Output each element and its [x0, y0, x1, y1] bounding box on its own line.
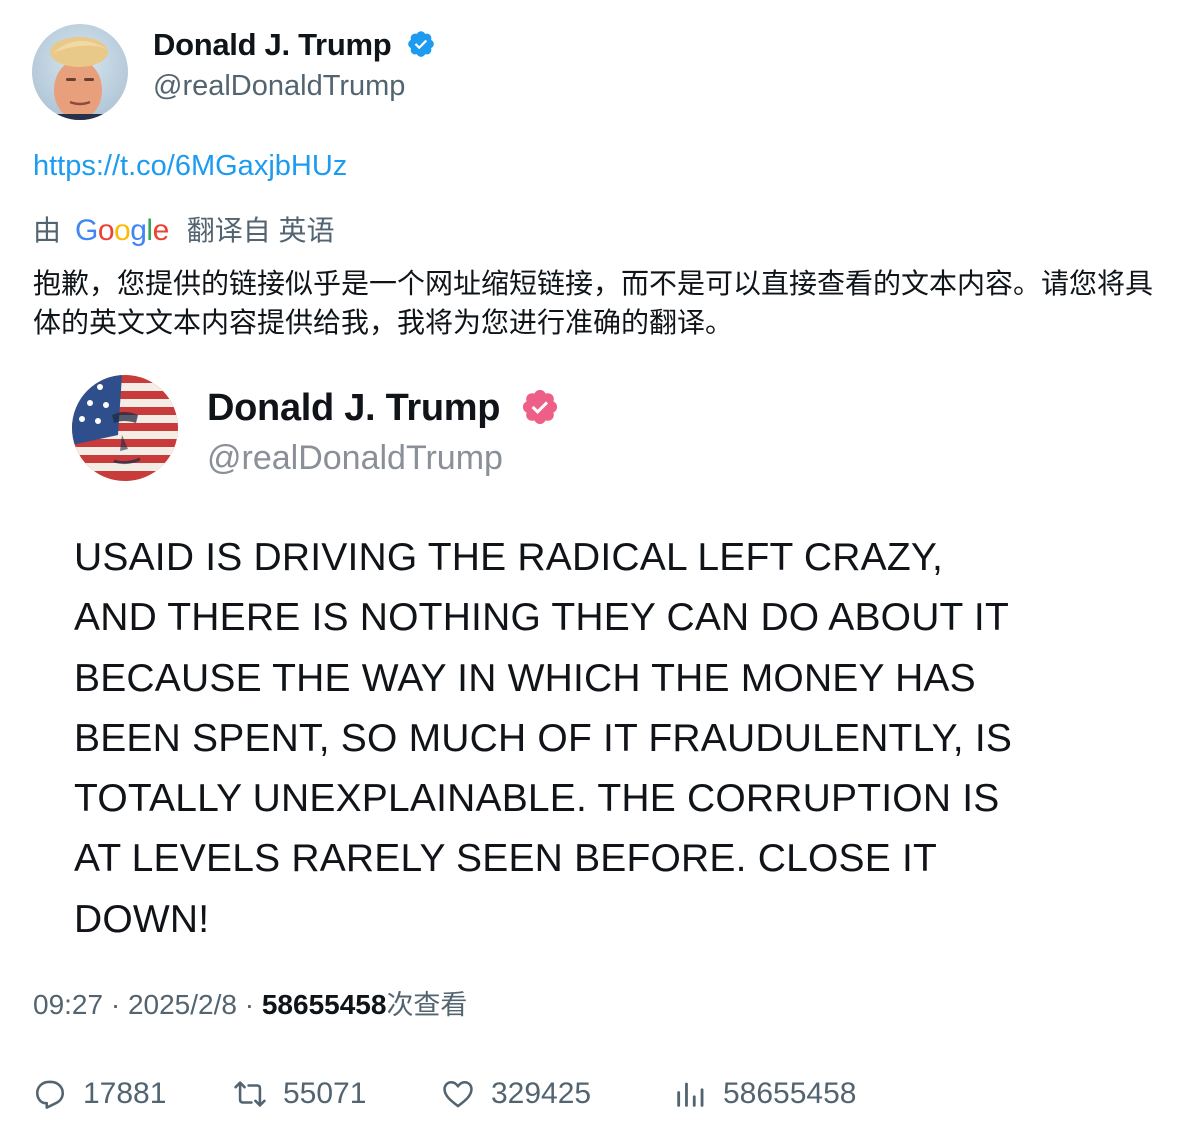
- retweet-icon: [234, 1081, 266, 1107]
- views-count: 58655458: [261, 989, 387, 1020]
- embedded-author-handle: @realDonaldTrump: [207, 439, 503, 477]
- views-button[interactable]: 58655458: [673, 1074, 856, 1114]
- embedded-author-name: Donald J. Trump: [207, 385, 560, 431]
- embedded-text-line: DOWN!: [74, 897, 210, 941]
- embedded-post-text: USAID IS DRIVING THE RADICAL LEFT CRAZY,…: [74, 528, 1154, 950]
- embedded-text-line: BECAUSE THE WAY IN WHICH THE MONEY HAS: [74, 656, 976, 700]
- reply-count: 17881: [83, 1077, 167, 1110]
- verified-badge-icon: [407, 31, 434, 57]
- embedded-text-line: AT LEVELS RARELY SEEN BEFORE. CLOSE IT: [74, 837, 938, 881]
- tweet-date[interactable]: 2025/2/8: [128, 989, 237, 1020]
- views-bar-chart-icon: [677, 1082, 704, 1107]
- embedded-text-line: USAID IS DRIVING THE RADICAL LEFT CRAZY,: [74, 536, 944, 579]
- like-count: 329425: [491, 1077, 592, 1110]
- heart-icon: [443, 1080, 473, 1108]
- embedded-text-line: AND THERE IS NOTHING THEY CAN DO ABOUT I…: [74, 596, 1009, 640]
- translated-text: 抱歉，您提供的链接似乎是一个网址缩短链接，而不是可以直接查看的文本内容。请您将具…: [33, 267, 1154, 339]
- author-avatar[interactable]: [32, 24, 128, 120]
- author-handle[interactable]: @realDonaldTrump: [153, 68, 405, 104]
- reply-icon: [35, 1080, 65, 1109]
- embedded-post-image[interactable]: Donald J. Trump @realDonaldTrump USAID I…: [52, 355, 1162, 955]
- google-logo: Google: [75, 214, 169, 247]
- author-name[interactable]: Donald J. Trump: [153, 26, 436, 64]
- meta-separator: ·: [110, 989, 121, 1020]
- embedded-author-name-text: Donald J. Trump: [207, 387, 501, 429]
- retweet-button[interactable]: 55071: [233, 1074, 366, 1114]
- translation-attribution[interactable]: 由 Google 翻译自 英语: [33, 212, 335, 250]
- reply-button[interactable]: 17881: [33, 1074, 166, 1114]
- truth-verified-badge-icon: [523, 389, 558, 425]
- views-action-count: 58655458: [723, 1077, 857, 1110]
- embedded-text-line: BEEN SPENT, SO MUCH OF IT FRAUDULENTLY, …: [74, 716, 1013, 760]
- author-name-text[interactable]: Donald J. Trump: [153, 27, 392, 62]
- translation-suffix: 翻译自 英语: [186, 215, 335, 246]
- views-label: 次查看: [386, 990, 468, 1021]
- meta-separator: ·: [244, 989, 255, 1020]
- like-button[interactable]: 329425: [441, 1074, 591, 1114]
- retweet-count: 55071: [283, 1077, 367, 1110]
- embedded-avatar: [72, 375, 178, 481]
- embedded-text-line: TOTALLY UNEXPLAINABLE. THE CORRUPTION IS: [74, 777, 1000, 821]
- translation-prefix: 由: [33, 215, 62, 246]
- tweet-link[interactable]: https://t.co/6MGaxjbHUz: [33, 148, 347, 184]
- tweet-time[interactable]: 09:27: [33, 989, 103, 1020]
- tweet-meta: 09:27 · 2025/2/8 · 58655458次查看: [33, 986, 467, 1025]
